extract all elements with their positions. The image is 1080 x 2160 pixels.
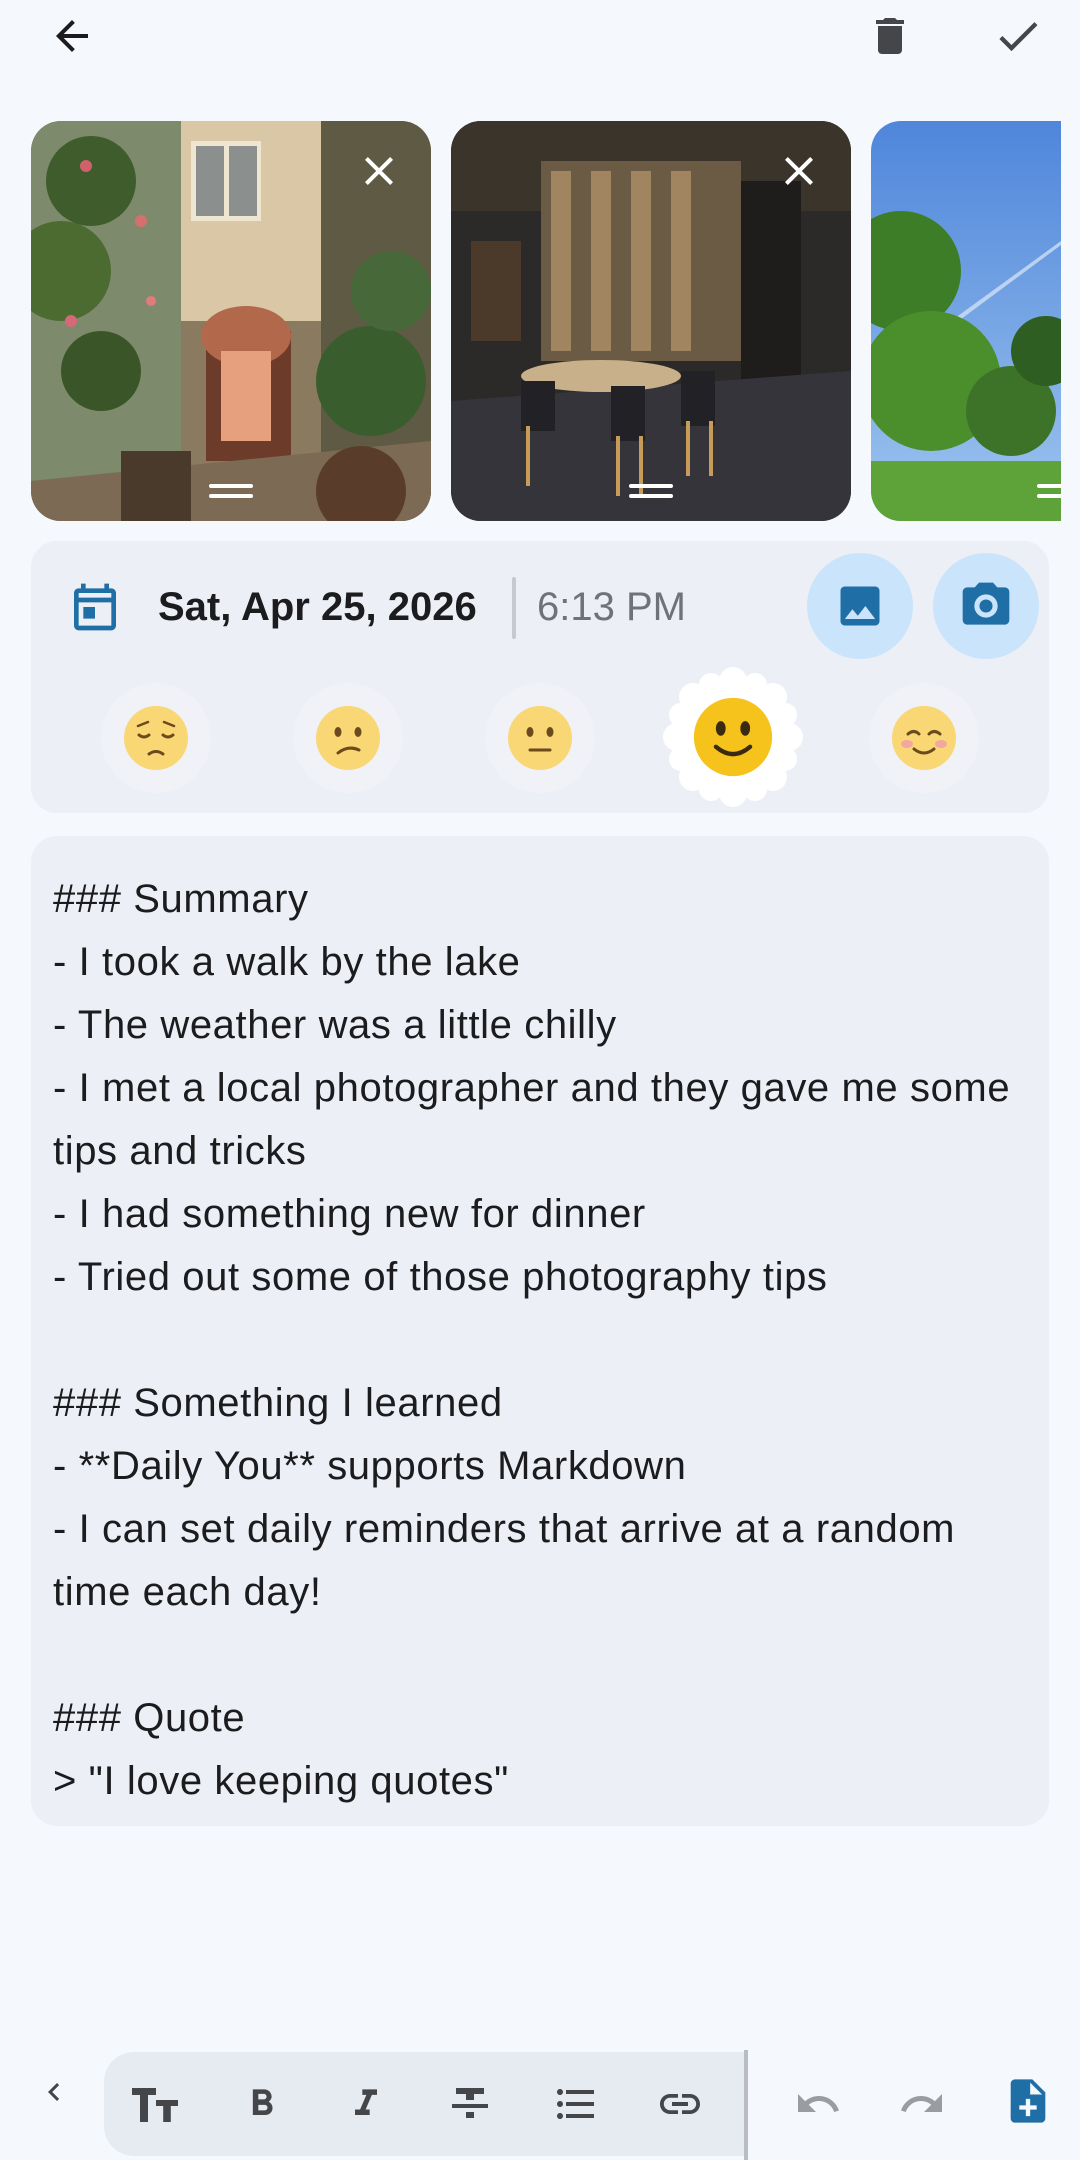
bullet-list-icon	[557, 2089, 594, 2119]
link-button[interactable]	[650, 2076, 710, 2132]
formatting-toolbar	[0, 2040, 1080, 2160]
drag-handle-icon[interactable]	[629, 483, 673, 499]
entry-text-editor[interactable]: ### Summary - I took a walk by the lake …	[31, 836, 1049, 1826]
strikethrough-button[interactable]	[440, 2076, 500, 2132]
photo-strip[interactable]	[0, 121, 1080, 521]
italic-button[interactable]	[336, 2076, 396, 2132]
undo-icon	[798, 2094, 839, 2112]
mood-slightly-smiling-selected[interactable]	[663, 667, 803, 807]
insert-template-button[interactable]	[1000, 2068, 1056, 2134]
format-button-group	[104, 2052, 746, 2156]
close-icon[interactable]	[355, 147, 403, 195]
entry-editor-screen: Sat, Apr 25, 2026 6:13 PM ### Summary - …	[0, 0, 1080, 2160]
mood-smiling-blushing[interactable]	[869, 683, 979, 793]
bold-button[interactable]	[232, 2076, 292, 2132]
image-icon	[840, 586, 880, 626]
park-image	[871, 121, 1061, 521]
text-size-icon	[132, 2088, 178, 2122]
redo-button[interactable]	[890, 2076, 954, 2132]
photo-restaurant[interactable]	[451, 121, 851, 521]
drag-handle-icon[interactable]	[209, 483, 253, 499]
top-app-bar	[0, 0, 1080, 80]
date-mood-card: Sat, Apr 25, 2026 6:13 PM	[31, 541, 1049, 813]
neutral-face-icon	[508, 706, 572, 770]
bold-icon	[252, 2089, 273, 2115]
trash-icon	[876, 18, 904, 54]
chevron-left-icon	[48, 2083, 60, 2101]
slightly-smiling-face-icon	[693, 697, 773, 777]
collapse-toolbar-button[interactable]	[30, 2064, 78, 2120]
take-photo-button[interactable]	[933, 553, 1039, 659]
undo-button[interactable]	[786, 2076, 850, 2132]
mood-pensive[interactable]	[101, 683, 211, 793]
close-icon[interactable]	[775, 147, 823, 195]
checkmark-icon	[999, 22, 1038, 52]
camera-icon	[962, 582, 1010, 625]
mood-neutral[interactable]	[485, 683, 595, 793]
toolbar-divider	[744, 2050, 748, 2160]
entry-markdown-text[interactable]: ### Summary - I took a walk by the lake …	[53, 868, 1027, 1813]
smiling-blushing-face-icon	[892, 706, 956, 770]
confused-face-icon	[316, 706, 380, 770]
bullet-list-button[interactable]	[546, 2076, 606, 2132]
pensive-face-icon	[124, 706, 188, 770]
date-time-divider	[512, 577, 516, 639]
arrow-back-icon	[56, 20, 88, 52]
text-size-button[interactable]	[126, 2076, 186, 2132]
note-add-icon	[1010, 2079, 1046, 2123]
delete-button[interactable]	[858, 4, 922, 68]
entry-date[interactable]: Sat, Apr 25, 2026	[158, 581, 477, 633]
strikethrough-icon	[452, 2088, 488, 2118]
photo-park[interactable]	[871, 121, 1061, 521]
link-icon	[660, 2094, 700, 2114]
photo-alley[interactable]	[31, 121, 431, 521]
entry-time[interactable]: 6:13 PM	[537, 581, 686, 633]
add-photo-gallery-button[interactable]	[807, 553, 913, 659]
italic-icon	[355, 2089, 377, 2115]
redo-icon	[901, 2094, 942, 2112]
drag-handle-icon[interactable]	[1037, 483, 1061, 499]
calendar-icon[interactable]	[67, 579, 123, 635]
mood-confused[interactable]	[293, 683, 403, 793]
save-button[interactable]	[986, 4, 1050, 68]
back-button[interactable]	[40, 4, 104, 68]
